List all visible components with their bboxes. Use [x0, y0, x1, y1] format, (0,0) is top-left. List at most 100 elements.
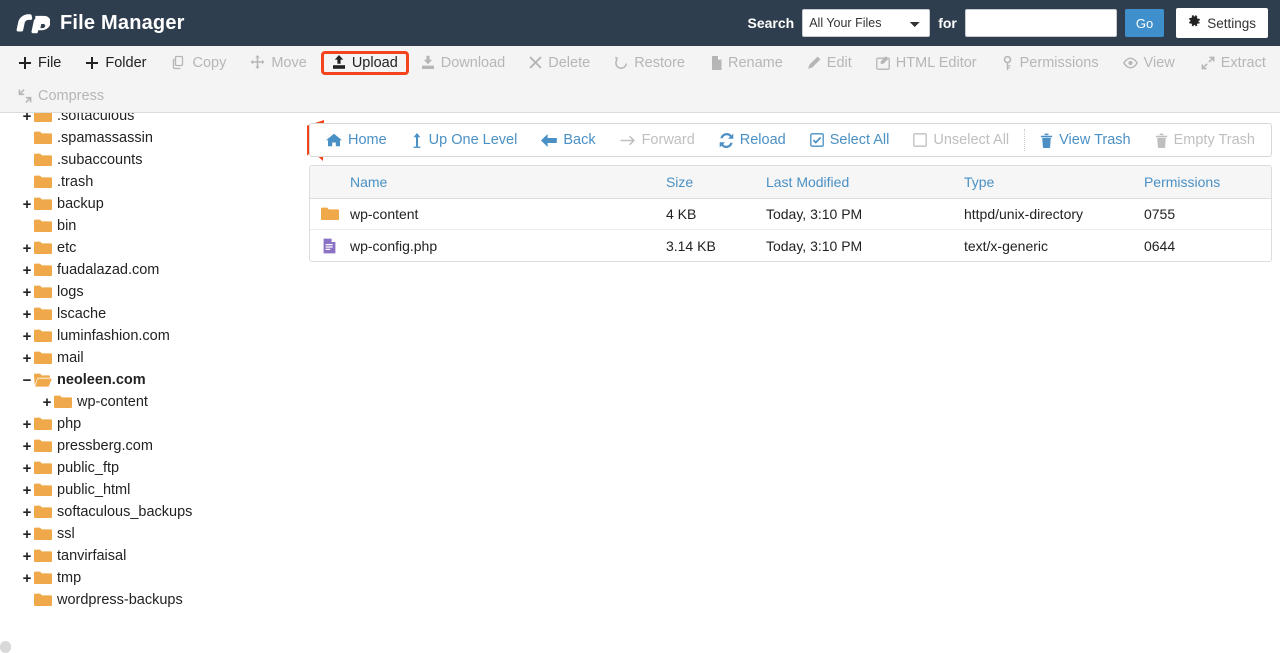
- tree-expand-toggle-icon[interactable]: +: [20, 439, 34, 454]
- forward-arrow-icon: [620, 134, 636, 147]
- tree-node-php[interactable]: + php: [20, 413, 306, 435]
- tree-node-label[interactable]: php: [57, 416, 81, 432]
- tree-expand-toggle-icon[interactable]: +: [20, 549, 34, 564]
- tree-node-pressberg-com[interactable]: + pressberg.com: [20, 435, 306, 457]
- folder-icon: [34, 593, 52, 607]
- tree-node-label[interactable]: bin: [57, 218, 76, 234]
- tree-node-label[interactable]: .spamassassin: [57, 130, 153, 146]
- column-header-permissions[interactable]: Permissions: [1144, 174, 1271, 190]
- plus-icon: [85, 56, 99, 70]
- tree-expand-toggle-icon[interactable]: +: [20, 197, 34, 212]
- tree-node-fuadalazad-com[interactable]: + fuadalazad.com: [20, 259, 306, 281]
- tree-node-label[interactable]: etc: [57, 240, 76, 256]
- tree-node-label[interactable]: pressberg.com: [57, 438, 153, 454]
- app-title: File Manager: [60, 11, 185, 34]
- file-row-name: wp-config.php: [349, 237, 438, 254]
- tree-expand-toggle-icon[interactable]: +: [20, 417, 34, 432]
- tree-node-backup[interactable]: + backup: [20, 193, 306, 215]
- tree-expand-toggle-icon[interactable]: +: [20, 307, 34, 322]
- tree-node-label[interactable]: tmp: [57, 570, 81, 586]
- tree-expand-toggle-icon[interactable]: +: [20, 241, 34, 256]
- file-row-last-modified: Today, 3:10 PM: [765, 237, 863, 254]
- tree-expand-toggle-icon[interactable]: +: [20, 527, 34, 542]
- search-input[interactable]: [964, 9, 1117, 37]
- settings-button[interactable]: Settings: [1176, 8, 1268, 38]
- nav-button-label: Home: [347, 132, 387, 148]
- nav-button-home[interactable]: Home: [314, 128, 399, 152]
- nav-button-select-all[interactable]: Select All: [798, 128, 902, 152]
- tree-node-lscache[interactable]: + lscache: [20, 303, 306, 325]
- action-toolbar: File Folder Copy Move Upload Download Delete Re…: [0, 46, 1280, 204]
- file-table: Name Size Last Modified Type Permissions…: [308, 165, 1272, 262]
- toolbar-button-file[interactable]: File: [6, 50, 73, 76]
- tree-expand-toggle-icon[interactable]: +: [20, 263, 34, 278]
- tree-node-tanvirfaisal[interactable]: + tanvirfaisal: [20, 545, 306, 567]
- column-header-type[interactable]: Type: [964, 174, 1144, 190]
- tree-node-mail[interactable]: + mail: [20, 347, 306, 369]
- tree-node-public-ftp[interactable]: + public_ftp: [20, 457, 306, 479]
- tree-expand-toggle-icon[interactable]: +: [20, 113, 34, 124]
- nav-button-view-trash[interactable]: View Trash: [1028, 128, 1142, 152]
- file-table-row[interactable]: wp-content 4 KB Today, 3:10 PM httpd/unix-d…: [309, 199, 1271, 230]
- tree-node-public-html[interactable]: + public_html: [20, 479, 306, 501]
- rename-file-icon: [711, 55, 722, 70]
- tree-expand-toggle-icon[interactable]: +: [20, 351, 34, 366]
- tree-expand-toggle-icon[interactable]: +: [20, 571, 34, 586]
- tree-expand-toggle-icon[interactable]: +: [20, 483, 34, 498]
- move-icon: [250, 55, 265, 70]
- tree-node-spamassassin[interactable]: .spamassassin: [20, 127, 306, 149]
- tree-node-label[interactable]: logs: [57, 284, 84, 300]
- tree-expand-toggle-icon[interactable]: +: [20, 505, 34, 520]
- tree-node-label[interactable]: public_html: [57, 482, 130, 498]
- tree-node-label[interactable]: backup: [57, 196, 104, 212]
- tree-node-wp-content[interactable]: + wp-content: [20, 391, 306, 413]
- tree-collapse-toggle-icon[interactable]: −: [20, 373, 34, 388]
- tree-node-label[interactable]: mail: [57, 350, 84, 366]
- tree-node-label[interactable]: tanvirfaisal: [57, 548, 126, 564]
- tree-node-label[interactable]: luminfashion.com: [57, 328, 170, 344]
- tree-node-softaculous[interactable]: + .softaculous: [20, 113, 306, 127]
- tree-node-etc[interactable]: + etc: [20, 237, 306, 259]
- tree-node-label[interactable]: ssl: [57, 526, 75, 542]
- tree-node-ssl[interactable]: + ssl: [20, 523, 306, 545]
- tree-node-tmp[interactable]: + tmp: [20, 567, 306, 589]
- toolbar-button-label: Copy: [192, 54, 227, 71]
- tree-node-label[interactable]: .softaculous: [57, 113, 134, 124]
- tree-node-label[interactable]: .trash: [57, 174, 93, 190]
- toolbar-button-folder[interactable]: Folder: [73, 50, 158, 76]
- column-header-last-modified[interactable]: Last Modified: [766, 174, 964, 190]
- toolbar-button-label: Folder: [105, 54, 147, 71]
- tree-node-logs[interactable]: + logs: [20, 281, 306, 303]
- tree-node-label[interactable]: wordpress-backups: [57, 592, 183, 608]
- tree-expand-toggle-icon[interactable]: +: [20, 329, 34, 344]
- tree-node-label[interactable]: fuadalazad.com: [57, 262, 159, 278]
- tree-node-label[interactable]: .subaccounts: [57, 152, 142, 168]
- tree-node-softaculous-backups[interactable]: + softaculous_backups: [20, 501, 306, 523]
- nav-button-label: Back: [563, 132, 596, 148]
- tree-node-trash[interactable]: .trash: [20, 171, 306, 193]
- tree-node-label[interactable]: lscache: [57, 306, 106, 322]
- file-table-row[interactable]: wp-config.php 3.14 KB Today, 3:10 PM text/x…: [310, 230, 1271, 261]
- toolbar-button-download: Download: [409, 50, 518, 76]
- tree-node-label[interactable]: softaculous_backups: [57, 504, 192, 520]
- tree-node-luminfashion-com[interactable]: + luminfashion.com: [20, 325, 306, 347]
- tree-node-label[interactable]: wp-content: [77, 394, 148, 410]
- tree-node-bin[interactable]: bin: [20, 215, 306, 237]
- tree-expand-toggle-icon[interactable]: +: [40, 395, 54, 410]
- tree-node-wordpress-backups[interactable]: wordpress-backups: [20, 589, 306, 611]
- nav-button-up-one-level[interactable]: Up One Level: [399, 128, 530, 152]
- tree-node-subaccounts[interactable]: .subaccounts: [20, 149, 306, 171]
- tree-expand-toggle-icon[interactable]: +: [20, 285, 34, 300]
- tree-node-label[interactable]: public_ftp: [57, 460, 119, 476]
- column-header-name[interactable]: Name: [350, 174, 666, 190]
- tree-expand-toggle-icon[interactable]: +: [20, 461, 34, 476]
- nav-button-reload[interactable]: Reload: [707, 128, 798, 152]
- sidebar-scrollbar[interactable]: [0, 641, 11, 653]
- search-go-button[interactable]: Go: [1124, 9, 1165, 37]
- column-header-size[interactable]: Size: [666, 174, 766, 190]
- nav-button-back[interactable]: Back: [529, 128, 607, 152]
- tree-node-neoleen-com[interactable]: − neoleen.com: [20, 369, 306, 391]
- tree-node-label[interactable]: neoleen.com: [57, 372, 146, 388]
- toolbar-button-upload[interactable]: Upload: [320, 50, 409, 75]
- search-scope-select[interactable]: All Your Files: [802, 9, 931, 37]
